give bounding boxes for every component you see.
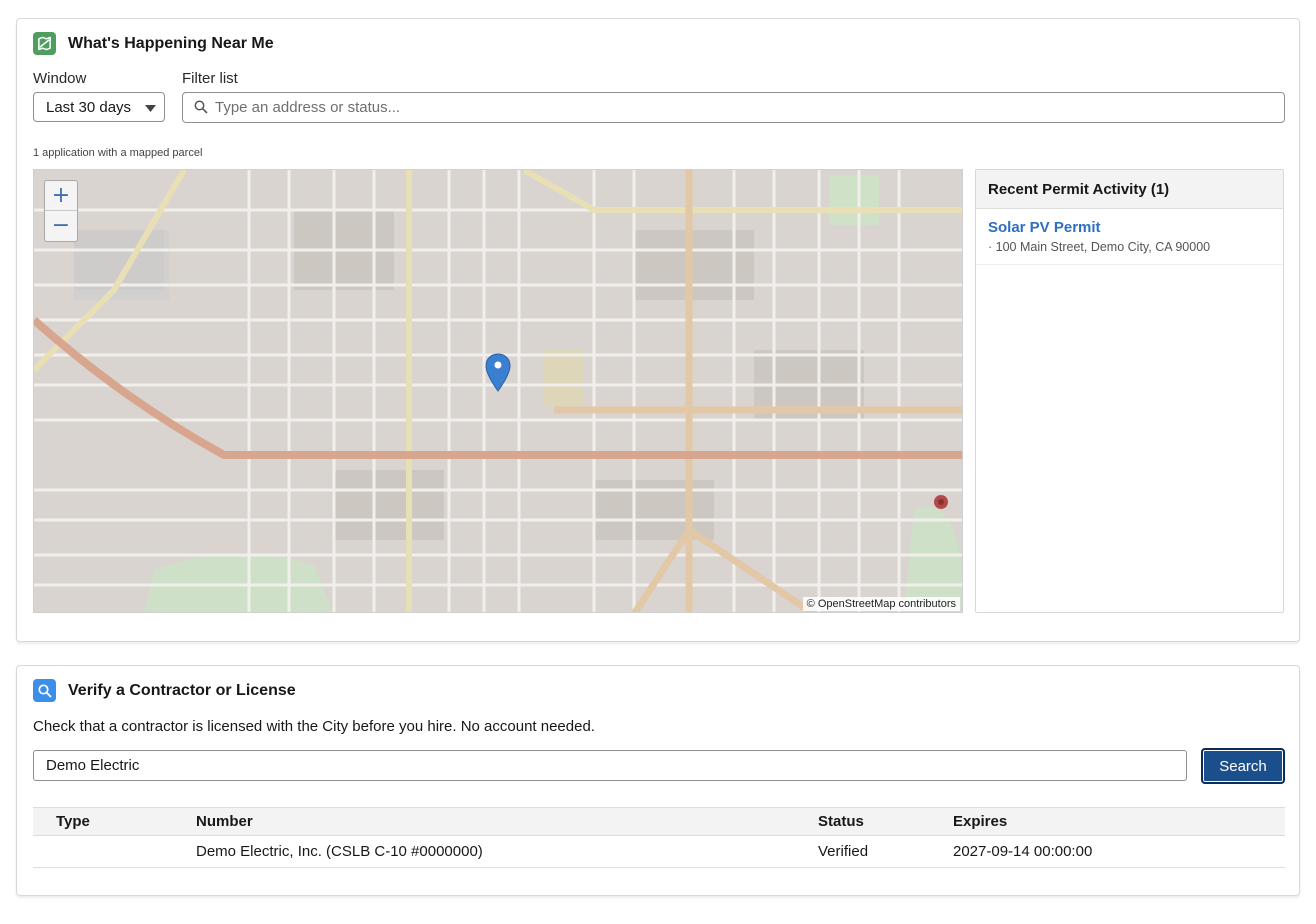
column-header-number[interactable]: Number — [196, 807, 818, 836]
column-header-type[interactable]: Type — [33, 807, 196, 836]
window-select-value: Last 30 days — [46, 99, 132, 116]
table-row: Demo Electric, Inc. (CSLB C-10 #0000000)… — [33, 835, 1285, 868]
filter-placeholder: Type an address or status... — [215, 99, 401, 116]
contractor-search-value: Demo Electric — [46, 757, 140, 774]
contractor-results-table: Type Number Status Expires Demo Electric… — [33, 807, 1285, 868]
permit-activity-heading: Recent Permit Activity (1) — [976, 170, 1283, 209]
permit-title-link[interactable]: Solar PV Permit — [988, 219, 1271, 236]
verify-description: Check that a contractor is licensed with… — [33, 718, 595, 735]
contractor-search-input[interactable]: Demo Electric — [33, 750, 1187, 781]
permit-activity-panel: Recent Permit Activity (1) Solar PV Perm… — [975, 169, 1284, 613]
window-label: Window — [33, 70, 87, 87]
verify-title: Verify a Contractor or License — [68, 681, 296, 699]
map-attribution[interactable]: © OpenStreetMap contributors — [802, 597, 960, 611]
near-me-header: What's Happening Near Me — [33, 32, 274, 55]
cell-status: Verified — [818, 835, 953, 868]
cell-number: Demo Electric, Inc. (CSLB C-10 #0000000) — [196, 835, 818, 868]
filter-input[interactable]: Type an address or status... — [182, 92, 1285, 123]
cell-expires: 2027-09-14 00:00:00 — [953, 835, 1285, 868]
verify-card: Verify a Contractor or License Check tha… — [16, 665, 1300, 896]
table-header-row: Type Number Status Expires — [33, 807, 1285, 836]
map-caption: 1 application with a mapped parcel — [33, 147, 203, 159]
search-icon — [33, 679, 56, 702]
near-me-card: What's Happening Near Me Window Filter l… — [16, 18, 1300, 642]
search-icon — [194, 100, 208, 114]
column-header-expires[interactable]: Expires — [953, 807, 1285, 836]
permit-activity-item[interactable]: Solar PV Permit · 100 Main Street, Demo … — [976, 209, 1283, 265]
map-view[interactable]: + − © OpenStreetMap contributors — [33, 169, 963, 613]
map-pin-icon[interactable] — [485, 353, 511, 393]
permit-address: · 100 Main Street, Demo City, CA 90000 — [988, 240, 1211, 254]
window-select[interactable]: Last 30 days — [33, 92, 165, 122]
search-button[interactable]: Search — [1201, 748, 1285, 784]
filter-label: Filter list — [182, 70, 238, 87]
chevron-down-icon — [145, 105, 156, 112]
cell-type — [33, 835, 196, 868]
zoom-control: + − — [44, 180, 78, 242]
zoom-in-button[interactable]: + — [45, 181, 77, 211]
zoom-out-button[interactable]: − — [45, 211, 77, 240]
column-header-status[interactable]: Status — [818, 807, 953, 836]
verify-header: Verify a Contractor or License — [33, 679, 296, 702]
map-icon — [33, 32, 56, 55]
near-me-title: What's Happening Near Me — [68, 34, 274, 52]
